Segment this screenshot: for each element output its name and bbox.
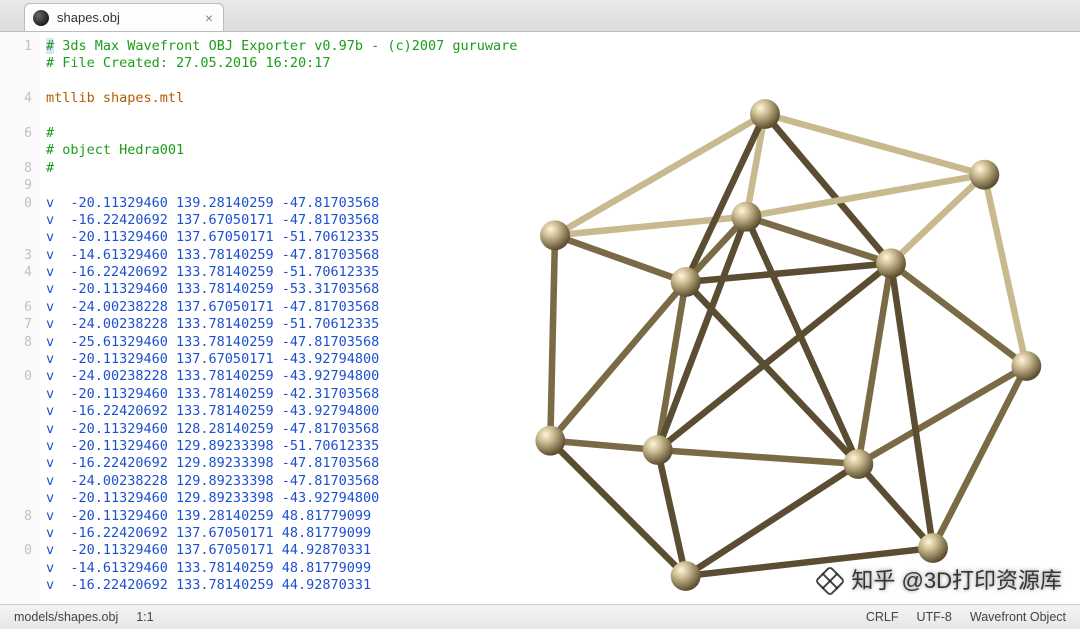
status-cursor-pos: 1:1 bbox=[136, 610, 153, 624]
line-number bbox=[0, 142, 32, 159]
code-line: v -24.00238228 137.67050171 -47.81703568 bbox=[46, 299, 1080, 316]
code-line: v -20.11329460 139.28140259 -47.81703568 bbox=[46, 195, 1080, 212]
code-line: mtllib shapes.mtl bbox=[46, 90, 1080, 107]
close-icon[interactable]: × bbox=[205, 11, 213, 25]
code-line: v -16.22420692 133.78140259 -51.70612335 bbox=[46, 264, 1080, 281]
line-number: 0 bbox=[0, 542, 32, 559]
code-line: v -25.61329460 133.78140259 -47.81703568 bbox=[46, 334, 1080, 351]
code-line: v -16.22420692 137.67050171 -47.81703568 bbox=[46, 212, 1080, 229]
line-number bbox=[0, 490, 32, 507]
status-eol[interactable]: CRLF bbox=[866, 610, 899, 624]
code-line: v -20.11329460 137.67050171 -51.70612335 bbox=[46, 229, 1080, 246]
line-number: 6 bbox=[0, 299, 32, 316]
code-line bbox=[46, 177, 1080, 194]
line-number: 9 bbox=[0, 177, 32, 194]
line-number bbox=[0, 560, 32, 577]
line-number-gutter: 14689034678080 bbox=[0, 32, 40, 604]
editor-area: 14689034678080 # 3ds Max Wavefront OBJ E… bbox=[0, 32, 1080, 604]
code-line: # bbox=[46, 125, 1080, 142]
code-line: v -16.22420692 137.67050171 48.81779099 bbox=[46, 525, 1080, 542]
line-number: 4 bbox=[0, 90, 32, 107]
code-line: v -16.22420692 133.78140259 -43.92794800 bbox=[46, 403, 1080, 420]
status-encoding[interactable]: UTF-8 bbox=[916, 610, 951, 624]
code-line bbox=[46, 108, 1080, 125]
watermark: 知乎 @3D打印资源库 bbox=[819, 563, 1062, 595]
code-line: v -20.11329460 133.78140259 -42.31703568 bbox=[46, 386, 1080, 403]
code-line: v -20.11329460 129.89233398 -51.70612335 bbox=[46, 438, 1080, 455]
code-line: v -20.11329460 137.67050171 44.92870331 bbox=[46, 542, 1080, 559]
code-line bbox=[46, 73, 1080, 90]
code-line: v -20.11329460 139.28140259 48.81779099 bbox=[46, 508, 1080, 525]
code-line: v -20.11329460 129.89233398 -43.92794800 bbox=[46, 490, 1080, 507]
line-number: 6 bbox=[0, 125, 32, 142]
line-number bbox=[0, 55, 32, 72]
line-number bbox=[0, 455, 32, 472]
code-line: v -24.00238228 133.78140259 -51.70612335 bbox=[46, 316, 1080, 333]
line-number bbox=[0, 438, 32, 455]
code-line: v -24.00238228 133.78140259 -43.92794800 bbox=[46, 368, 1080, 385]
editor-window: shapes.obj × 14689034678080 # 3ds Max Wa… bbox=[0, 0, 1080, 629]
line-number: 8 bbox=[0, 334, 32, 351]
code-content[interactable]: # 3ds Max Wavefront OBJ Exporter v0.97b … bbox=[40, 32, 1080, 604]
line-number bbox=[0, 525, 32, 542]
code-line: v -20.11329460 133.78140259 -53.31703568 bbox=[46, 281, 1080, 298]
line-number: 0 bbox=[0, 368, 32, 385]
code-line: v -16.22420692 129.89233398 -47.81703568 bbox=[46, 455, 1080, 472]
watermark-text: 知乎 @3D打印资源库 bbox=[851, 568, 1062, 593]
code-line: v -20.11329460 128.28140259 -47.81703568 bbox=[46, 421, 1080, 438]
line-number: 3 bbox=[0, 247, 32, 264]
code-line: v -24.00238228 129.89233398 -47.81703568 bbox=[46, 473, 1080, 490]
line-number: 7 bbox=[0, 316, 32, 333]
tab-shapes-obj[interactable]: shapes.obj × bbox=[24, 3, 224, 31]
status-bar: models/shapes.obj 1:1 CRLF UTF-8 Wavefro… bbox=[0, 604, 1080, 629]
file-icon bbox=[33, 10, 49, 26]
code-line: # object Hedra001 bbox=[46, 142, 1080, 159]
line-number: 1 bbox=[0, 38, 32, 55]
line-number bbox=[0, 403, 32, 420]
line-number bbox=[0, 108, 32, 125]
status-filepath: models/shapes.obj bbox=[14, 610, 118, 624]
line-number bbox=[0, 212, 32, 229]
line-number bbox=[0, 281, 32, 298]
line-number bbox=[0, 473, 32, 490]
code-line: # 3ds Max Wavefront OBJ Exporter v0.97b … bbox=[46, 38, 1080, 55]
line-number bbox=[0, 351, 32, 368]
tab-bar: shapes.obj × bbox=[0, 0, 1080, 32]
code-line: v -20.11329460 137.67050171 -43.92794800 bbox=[46, 351, 1080, 368]
line-number: 8 bbox=[0, 508, 32, 525]
line-number bbox=[0, 421, 32, 438]
zhihu-icon bbox=[815, 565, 846, 596]
line-number: 4 bbox=[0, 264, 32, 281]
line-number bbox=[0, 229, 32, 246]
code-line: # bbox=[46, 160, 1080, 177]
status-language[interactable]: Wavefront Object bbox=[970, 610, 1066, 624]
code-line: # File Created: 27.05.2016 16:20:17 bbox=[46, 55, 1080, 72]
line-number bbox=[0, 386, 32, 403]
line-number bbox=[0, 73, 32, 90]
line-number: 8 bbox=[0, 160, 32, 177]
line-number: 0 bbox=[0, 195, 32, 212]
tab-title: shapes.obj bbox=[57, 10, 120, 25]
code-line: v -14.61329460 133.78140259 -47.81703568 bbox=[46, 247, 1080, 264]
